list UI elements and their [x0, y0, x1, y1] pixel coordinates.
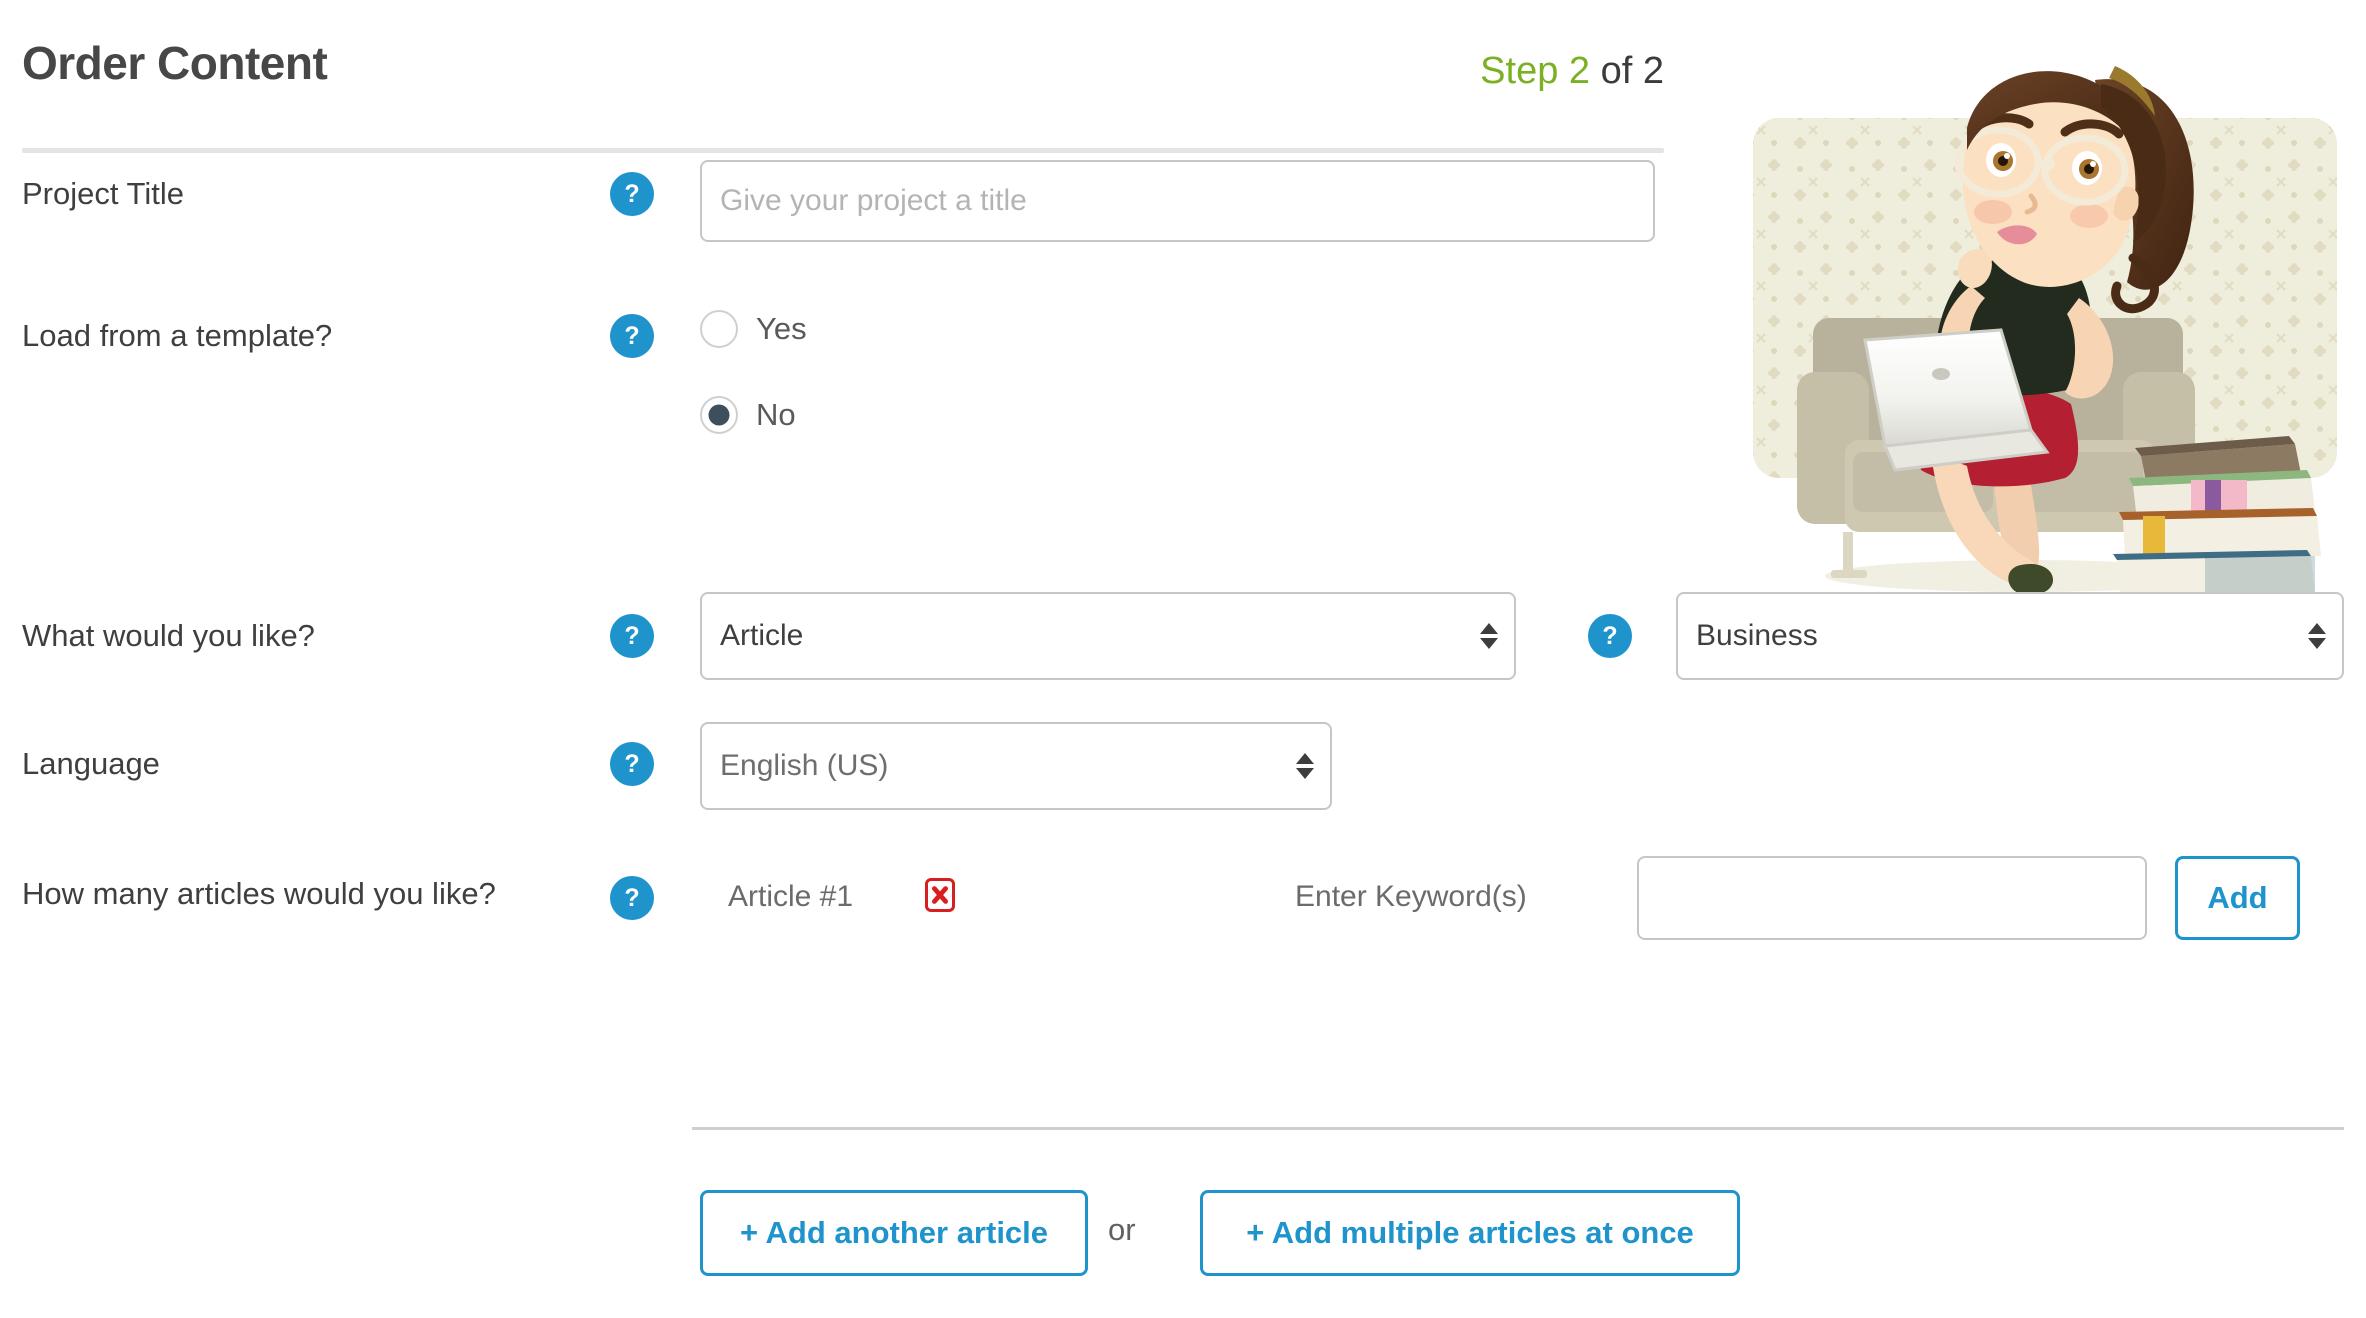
category-value: Business: [1696, 619, 1818, 652]
page-header: Order Content Step 2 of 2: [22, 18, 1664, 153]
form-row-project-title: Project Title ?: [0, 160, 2366, 260]
project-title-label: Project Title: [22, 176, 184, 211]
add-multiple-articles-button[interactable]: + Add multiple articles at once: [1200, 1190, 1740, 1276]
form-row-what-would-you-like: What would you like? ? Article ? Busines…: [0, 580, 2366, 690]
help-icon-language[interactable]: ?: [610, 742, 654, 786]
step-indicator: Step 2 of 2: [1480, 50, 1664, 93]
form-row-load-template: Load from a template? ? Yes No: [0, 304, 2366, 474]
radio-label-yes: Yes: [756, 311, 807, 346]
radio-circle-yes[interactable]: [700, 310, 738, 348]
or-separator-text: or: [1108, 1212, 1136, 1247]
article-name-label: Article #1: [728, 880, 854, 913]
chevron-updown-icon: [1480, 623, 1498, 649]
help-icon-load-template[interactable]: ?: [610, 314, 654, 358]
form-row-language: Language ? English (US): [0, 722, 2366, 832]
help-icon-category[interactable]: ?: [1588, 614, 1632, 658]
project-title-input[interactable]: [700, 160, 1655, 242]
help-icon-content-type[interactable]: ?: [610, 614, 654, 658]
radio-load-template-no[interactable]: No: [700, 396, 796, 434]
language-label: Language: [22, 746, 160, 781]
chevron-updown-icon: [2308, 623, 2326, 649]
keyword-input[interactable]: [1637, 856, 2147, 940]
chevron-updown-icon: [1296, 753, 1314, 779]
form-row-how-many-articles: How many articles would you like? ? Arti…: [0, 856, 2366, 992]
language-select[interactable]: English (US): [700, 722, 1332, 810]
step-current: Step 2: [1480, 50, 1591, 92]
content-type-select[interactable]: Article: [700, 592, 1516, 680]
help-icon-how-many-articles[interactable]: ?: [610, 876, 654, 920]
header-divider: [22, 148, 1664, 153]
add-another-article-button[interactable]: + Add another article: [700, 1190, 1088, 1276]
category-select[interactable]: Business: [1676, 592, 2344, 680]
how-many-articles-label: How many articles would you like?: [22, 876, 496, 911]
load-template-label: Load from a template?: [22, 318, 333, 353]
radio-load-template-yes[interactable]: Yes: [700, 310, 807, 348]
language-value: English (US): [720, 749, 889, 782]
content-type-value: Article: [720, 619, 804, 652]
bottom-divider: [692, 1127, 2344, 1130]
step-total: of 2: [1600, 50, 1664, 92]
what-would-you-like-label: What would you like?: [22, 618, 315, 653]
radio-circle-no[interactable]: [700, 396, 738, 434]
delete-article-icon[interactable]: [925, 878, 955, 912]
radio-label-no: No: [756, 397, 796, 432]
page-title: Order Content: [22, 37, 328, 89]
add-keyword-button[interactable]: Add: [2175, 856, 2300, 940]
help-icon-project-title[interactable]: ?: [610, 172, 654, 216]
keyword-label: Enter Keyword(s): [1295, 880, 1527, 913]
